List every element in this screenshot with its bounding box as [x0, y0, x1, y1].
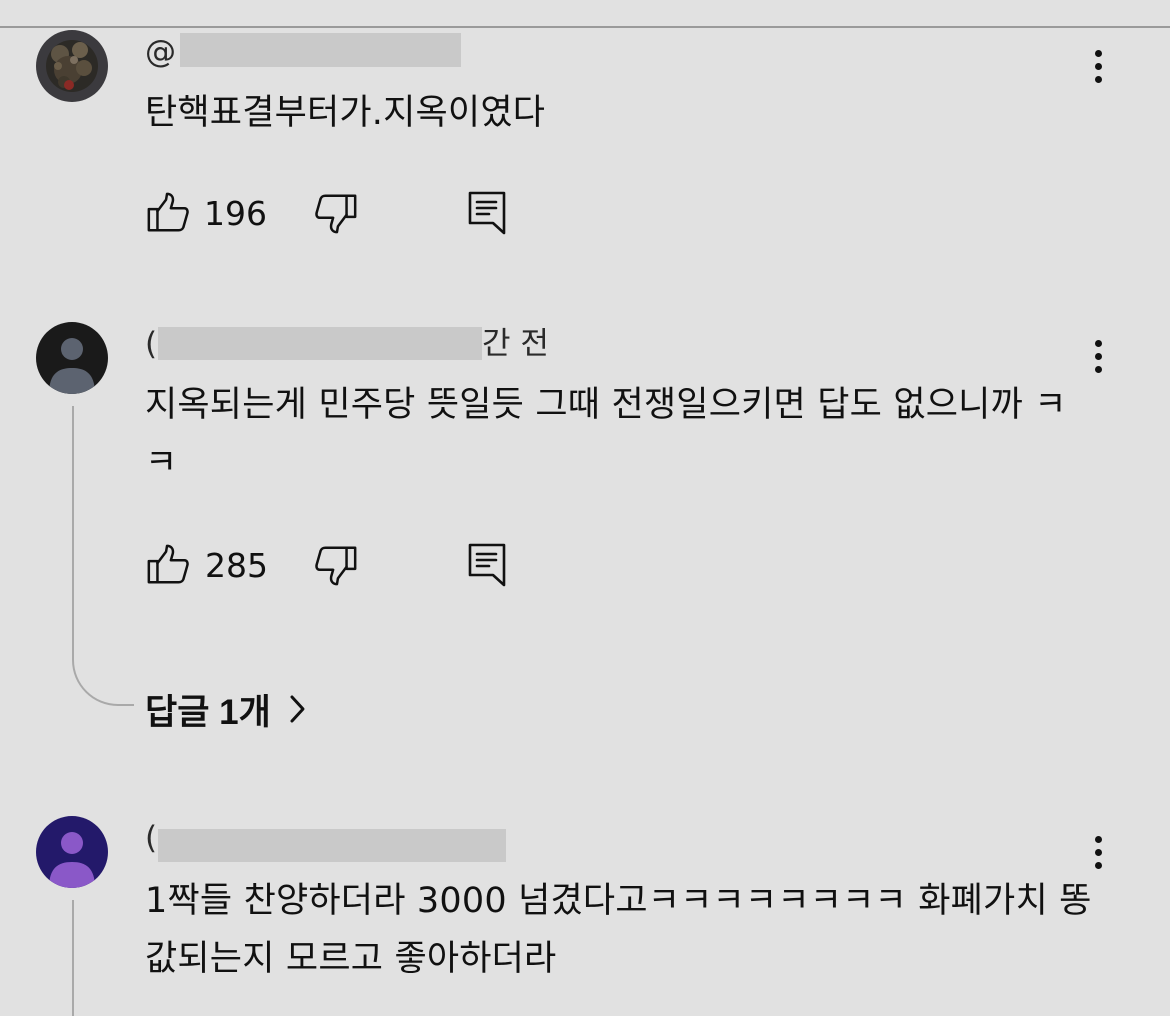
more-options-button[interactable]: [1082, 830, 1114, 874]
handle-text: (: [145, 820, 158, 856]
thread-line: [72, 900, 74, 1016]
comment-author-handle[interactable]: (: [145, 820, 157, 856]
redaction-bar: [158, 829, 506, 862]
comment-3: ( 1짝들 찬양하더라 3000 넘겼다고ㅋㅋㅋㅋㅋㅋㅋㅋ 화폐가치 똥값되는지…: [0, 0, 1170, 1016]
avatar[interactable]: [36, 816, 108, 888]
comment-text: 1짝들 찬양하더라 3000 넘겼다고ㅋㅋㅋㅋㅋㅋㅋㅋ 화폐가치 똥값되는지 모…: [145, 881, 1092, 979]
